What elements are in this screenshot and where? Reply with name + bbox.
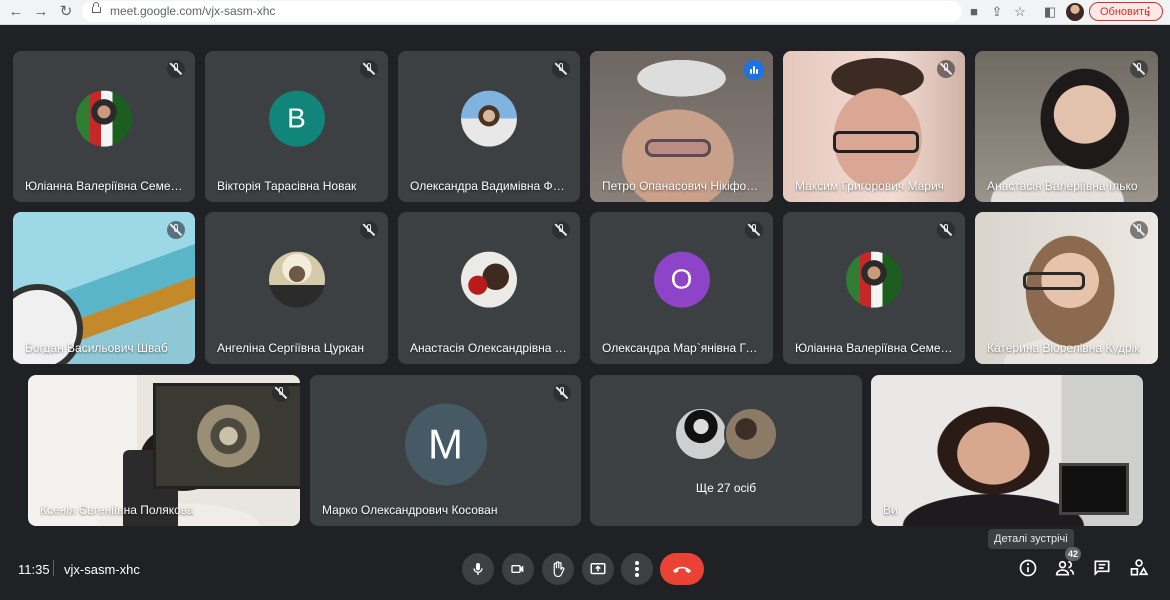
participant-tile[interactable]: Анастасія Олександрівна Н... [398,212,580,364]
present-icon [590,563,606,575]
participant-name: Ксенія Євгеніївна Полякова [40,503,194,517]
participant-name: Олександра Мар`янівна Галі... [602,341,762,355]
mic-off-icon [1130,60,1148,78]
participant-name: Катерина Віорелівна Кудрік [987,341,1140,355]
participant-name: Марко Олександрович Косован [322,503,498,517]
mic-off-icon [937,221,955,239]
more-options-icon [635,561,639,577]
participant-tile[interactable]: М Марко Олександрович Косован [310,375,581,526]
mic-off-icon [552,60,570,78]
sidepanel-icon[interactable]: ◧ [1040,2,1060,22]
mic-off-icon [167,221,185,239]
forward-icon[interactable]: → [31,2,51,22]
participant-name: Анастасія Олександрівна Н... [410,341,570,355]
update-button[interactable]: Обновить ⋮ [1089,2,1163,21]
mic-off-icon [552,221,570,239]
participant-name: Вікторія Тарасівна Новак [217,179,357,193]
participant-avatar [846,251,902,308]
people-icon [1055,560,1075,576]
chat-button[interactable] [1087,553,1117,583]
info-icon [1019,559,1037,577]
mic-off-icon [272,384,290,402]
mic-off-icon [360,221,378,239]
participant-avatar: М [404,402,487,485]
microphone-button[interactable] [462,553,494,585]
self-view-tile[interactable]: Ви [871,375,1143,526]
meeting-details-tooltip: Деталі зустрічі [988,529,1074,549]
star-icon[interactable]: ☆ [1010,2,1030,22]
participant-name: Петро Опанасович Нікіфоров [602,179,762,193]
participant-avatar [461,251,517,308]
participant-avatar [268,251,325,308]
activities-icon [1130,559,1149,576]
participant-tile[interactable]: Богдан Васильович Шваб [13,212,195,364]
participant-tile[interactable]: В Вікторія Тарасівна Новак [205,51,388,202]
address-bar[interactable]: meet.google.com/vjx-sasm-xhc [82,1,962,22]
meeting-code: vjx-sasm-xhc [64,562,140,577]
participant-avatar [461,90,517,147]
participant-tile[interactable]: Анастасія Валеріївна Ілько [975,51,1158,202]
mic-off-icon [1130,221,1148,239]
end-call-button[interactable] [660,553,704,585]
share-icon[interactable]: ⇪ [987,2,1007,22]
participant-tile[interactable]: Олександра Вадимівна Фри... [398,51,580,202]
participants-count-badge: 42 [1065,547,1081,561]
meeting-time: 11:35 [18,562,50,577]
raise-hand-icon [553,561,565,578]
raise-hand-button[interactable] [542,553,574,585]
more-participants-label: Ще 27 осіб [695,481,757,495]
menu-dots-icon: ⋮ [1143,6,1154,18]
participant-tile[interactable]: О Олександра Мар`янівна Галі... [590,212,773,364]
mic-off-icon [553,384,571,402]
camera-blocked-icon[interactable]: ■ [964,2,984,22]
participant-name: Юліанна Валеріївна Семенюк [25,179,185,193]
participant-avatar: В [268,90,325,147]
more-options-button[interactable] [621,553,653,585]
participant-tile[interactable]: Катерина Віорелівна Кудрік [975,212,1158,364]
speaking-icon [744,60,764,80]
participant-avatar-stack [674,407,778,461]
participant-tile[interactable]: Ангеліна Сергіївна Цуркан [205,212,388,364]
participant-name: Ви [883,503,898,517]
end-call-icon [672,566,692,574]
participant-tile[interactable]: Юліанна Валеріївна Семенюк [13,51,195,202]
participant-avatar: О [653,251,710,308]
microphone-icon [473,563,483,575]
participant-tile[interactable]: Петро Опанасович Нікіфоров [590,51,773,202]
browser-toolbar: ← → ↻ meet.google.com/vjx-sasm-xhc ■ ⇪ ☆… [0,0,1170,25]
reload-icon[interactable]: ↻ [56,2,76,22]
chat-icon [1094,560,1110,576]
divider [53,560,54,576]
participant-name: Максим Григорович Марич [795,179,944,193]
activities-button[interactable] [1124,553,1154,583]
mic-off-icon [360,60,378,78]
participant-name: Анастасія Валеріївна Ілько [987,179,1138,193]
profile-avatar[interactable] [1066,3,1084,21]
mic-off-icon [167,60,185,78]
meeting-details-button[interactable] [1013,553,1043,583]
participant-tile[interactable]: Юліанна Валеріївна Семенюк [783,212,965,364]
participant-tile[interactable]: Максим Григорович Марич [783,51,965,202]
participant-avatar [76,90,132,147]
more-participants-tile[interactable]: Ще 27 осіб [590,375,862,526]
participant-tile[interactable]: Ксенія Євгеніївна Полякова [28,375,300,526]
mic-off-icon [937,60,955,78]
url-text: meet.google.com/vjx-sasm-xhc [110,4,276,18]
participant-name: Ангеліна Сергіївна Цуркан [217,341,364,355]
participant-name: Богдан Васильович Шваб [25,341,168,355]
mic-off-icon [745,221,763,239]
lock-icon[interactable] [92,2,101,13]
camera-button[interactable] [502,553,534,585]
back-icon[interactable]: ← [6,2,26,22]
present-button[interactable] [582,553,614,585]
participant-name: Олександра Вадимівна Фри... [410,179,570,193]
camera-icon [511,565,524,573]
self-video [871,375,1143,526]
participant-name: Юліанна Валеріївна Семенюк [795,341,955,355]
